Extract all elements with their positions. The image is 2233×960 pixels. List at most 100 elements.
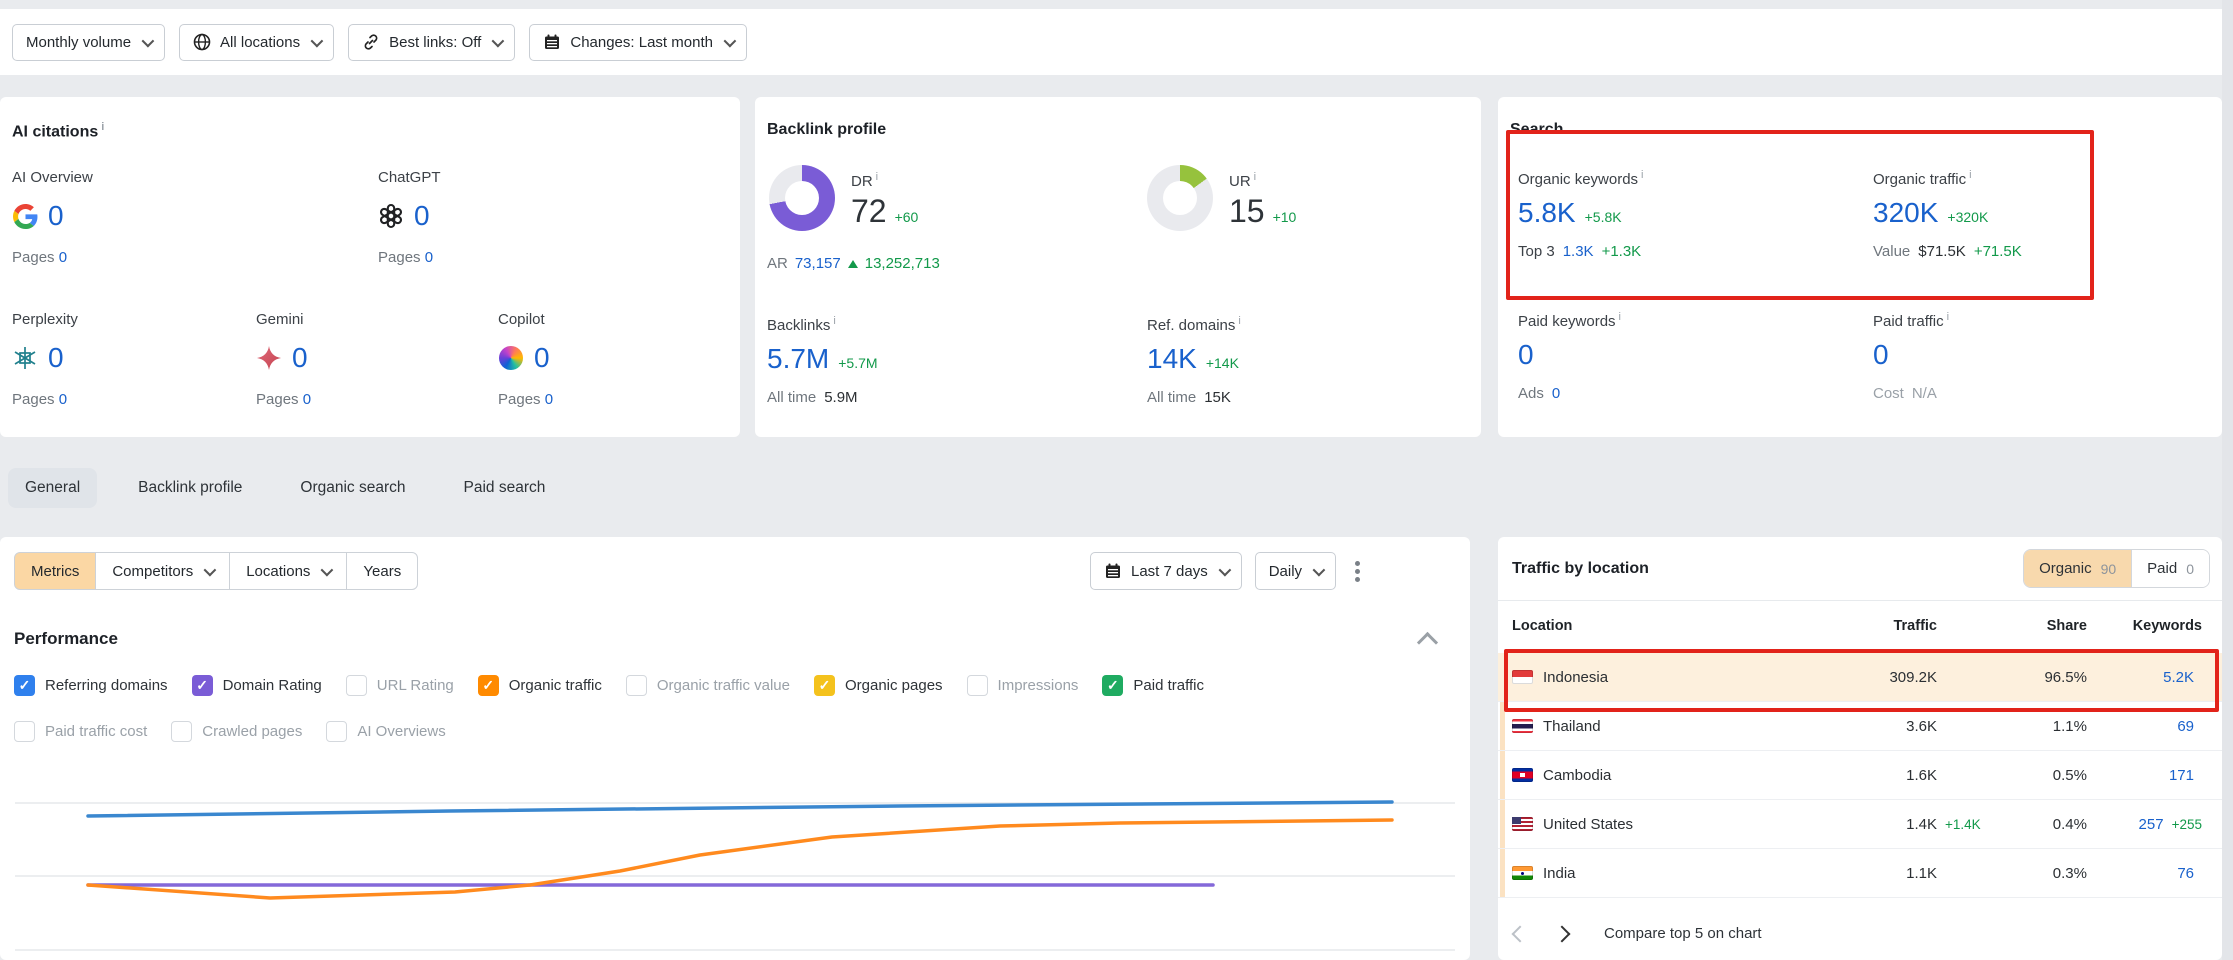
calendar-icon <box>543 33 561 51</box>
organic-keywords-value[interactable]: 5.8K <box>1518 197 1576 229</box>
best-links-dropdown[interactable]: Best links: Off <box>348 24 515 61</box>
info-icon[interactable]: i <box>1947 311 1949 323</box>
location-row[interactable]: Thailand 3.6K 1.1% 69 <box>1498 702 2222 751</box>
keywords-link[interactable]: 76 <box>2177 865 2194 882</box>
locations-segment[interactable]: Locations <box>229 552 347 590</box>
location-row[interactable]: India 1.1K 0.3% 76 <box>1498 849 2222 898</box>
keywords-link[interactable]: 5.2K <box>2163 669 2194 686</box>
ref-domains-value[interactable]: 14K <box>1147 343 1197 375</box>
checked-checkbox-icon[interactable]: ✓ <box>192 675 213 696</box>
checked-checkbox-icon[interactable]: ✓ <box>814 675 835 696</box>
location-row[interactable]: Indonesia 309.2K 96.5% 5.2K <box>1498 653 2222 702</box>
unchecked-checkbox-icon[interactable] <box>171 721 192 742</box>
perplexity-count[interactable]: 0 <box>48 342 64 374</box>
unchecked-checkbox-icon[interactable] <box>326 721 347 742</box>
info-icon[interactable]: i <box>1619 311 1621 323</box>
unchecked-checkbox-icon[interactable] <box>346 675 367 696</box>
metric-checkbox[interactable]: ✓Organic traffic <box>478 675 602 696</box>
info-icon[interactable]: i <box>833 315 835 327</box>
ai-citations-card: AI citationsi AI Overview 0 Pages 0 Chat… <box>0 97 740 437</box>
pages-count[interactable]: 0 <box>545 391 553 408</box>
gemini-count[interactable]: 0 <box>292 342 308 374</box>
backlinks-value[interactable]: 5.7M <box>767 343 829 375</box>
ref-domains-block: Ref. domainsi 14K+14K All time15K <box>1147 315 1447 406</box>
metric-checkbox[interactable]: ✓Paid traffic <box>1102 675 1204 696</box>
chevron-down-icon <box>204 563 217 576</box>
organic-toggle[interactable]: Organic90 <box>2024 550 2131 587</box>
changes-dropdown[interactable]: Changes: Last month <box>529 24 747 61</box>
pages-count[interactable]: 0 <box>303 391 311 408</box>
location-name: Cambodia <box>1543 767 1611 784</box>
share-value: 0.3% <box>1997 865 2087 882</box>
keywords-change: +255 <box>2172 817 2202 832</box>
metric-checkbox-label: Domain Rating <box>223 677 322 694</box>
location-table-header: Location Traffic Share Keywords <box>1498 601 2222 651</box>
pages-count[interactable]: 0 <box>425 249 433 266</box>
info-icon[interactable]: i <box>1969 169 1971 181</box>
info-icon[interactable]: i <box>1238 315 1240 327</box>
unchecked-checkbox-icon[interactable] <box>626 675 647 696</box>
info-icon[interactable]: i <box>1641 169 1643 181</box>
chevron-down-icon <box>142 34 155 47</box>
chatgpt-count[interactable]: 0 <box>414 200 430 232</box>
ar-value[interactable]: 73,157 <box>795 255 841 272</box>
next-page-chevron-icon[interactable] <box>1554 925 1571 942</box>
ar-change: 13,252,713 <box>865 255 940 272</box>
unchecked-checkbox-icon[interactable] <box>967 675 988 696</box>
metric-checkbox[interactable]: URL Rating <box>346 675 454 696</box>
tab-paid-search[interactable]: Paid search <box>447 468 563 508</box>
ads-value[interactable]: 0 <box>1552 385 1560 402</box>
info-icon[interactable]: i <box>1254 171 1256 183</box>
competitors-segment[interactable]: Competitors <box>95 552 230 590</box>
compare-top5-link[interactable]: Compare top 5 on chart <box>1604 925 1762 942</box>
checked-checkbox-icon[interactable]: ✓ <box>1102 675 1123 696</box>
top3-value[interactable]: 1.3K <box>1563 243 1594 260</box>
organic-keywords-block: Organic keywordsi 5.8K+5.8K Top 31.3K+1.… <box>1518 169 1818 260</box>
kebab-menu-icon[interactable] <box>1349 555 1366 588</box>
organic-keywords-change: +5.8K <box>1585 209 1622 225</box>
prev-page-chevron-icon[interactable] <box>1512 925 1529 942</box>
location-row[interactable]: United States 1.4K +1.4K 0.4% 257+255 <box>1498 800 2222 849</box>
pages-count[interactable]: 0 <box>59 391 67 408</box>
pages-count[interactable]: 0 <box>59 249 67 266</box>
metric-checkbox[interactable]: ✓ Domain Rating <box>192 675 322 696</box>
col-keywords: Keywords <box>2087 618 2202 634</box>
location-row[interactable]: Cambodia 1.6K 0.5% 171 <box>1498 751 2222 800</box>
paid-traffic-value[interactable]: 0 <box>1873 339 1889 371</box>
metric-checkbox[interactable]: AI Overviews <box>326 721 445 742</box>
ai-engine-name: Copilot <box>498 311 728 331</box>
metric-checkbox[interactable]: ✓Referring domains <box>14 675 168 696</box>
tab-organic-search[interactable]: Organic search <box>283 468 422 508</box>
ref-domains-label: Ref. domainsi <box>1147 315 1447 335</box>
checked-checkbox-icon[interactable]: ✓ <box>14 675 35 696</box>
unchecked-checkbox-icon[interactable] <box>14 721 35 742</box>
copilot-count[interactable]: 0 <box>534 342 550 374</box>
ai-overview-count[interactable]: 0 <box>48 200 64 232</box>
monthly-volume-dropdown[interactable]: Monthly volume <box>12 24 165 61</box>
paid-keywords-value[interactable]: 0 <box>1518 339 1534 371</box>
tab-general[interactable]: General <box>8 468 97 508</box>
metric-checkbox[interactable]: Crawled pages <box>171 721 302 742</box>
info-icon[interactable]: i <box>101 121 104 133</box>
ur-label: URi <box>1229 171 1256 190</box>
keywords-link[interactable]: 171 <box>2169 767 2194 784</box>
organic-traffic-value[interactable]: 320K <box>1873 197 1938 229</box>
keywords-link[interactable]: 257 <box>2139 816 2164 833</box>
all-locations-dropdown[interactable]: All locations <box>179 24 334 61</box>
tab-backlink-profile[interactable]: Backlink profile <box>121 468 259 508</box>
ai-engine-name: Perplexity <box>12 311 242 331</box>
metric-checkbox[interactable]: Paid traffic cost <box>14 721 147 742</box>
paid-toggle[interactable]: Paid0 <box>2131 550 2209 587</box>
collapse-chevron-icon[interactable] <box>1417 632 1438 653</box>
info-icon[interactable]: i <box>876 171 878 183</box>
keywords-link[interactable]: 69 <box>2177 718 2194 735</box>
metric-checkbox[interactable]: Organic traffic value <box>626 675 790 696</box>
metrics-segment[interactable]: Metrics <box>14 552 96 590</box>
checked-checkbox-icon[interactable]: ✓ <box>478 675 499 696</box>
metric-checkbox[interactable]: ✓Organic pages <box>814 675 943 696</box>
date-range-dropdown[interactable]: Last 7 days <box>1090 552 1242 590</box>
vertical-scrollbar[interactable] <box>2222 0 2233 960</box>
granularity-dropdown[interactable]: Daily <box>1255 552 1336 590</box>
years-segment[interactable]: Years <box>346 552 418 590</box>
metric-checkbox[interactable]: Impressions <box>967 675 1079 696</box>
